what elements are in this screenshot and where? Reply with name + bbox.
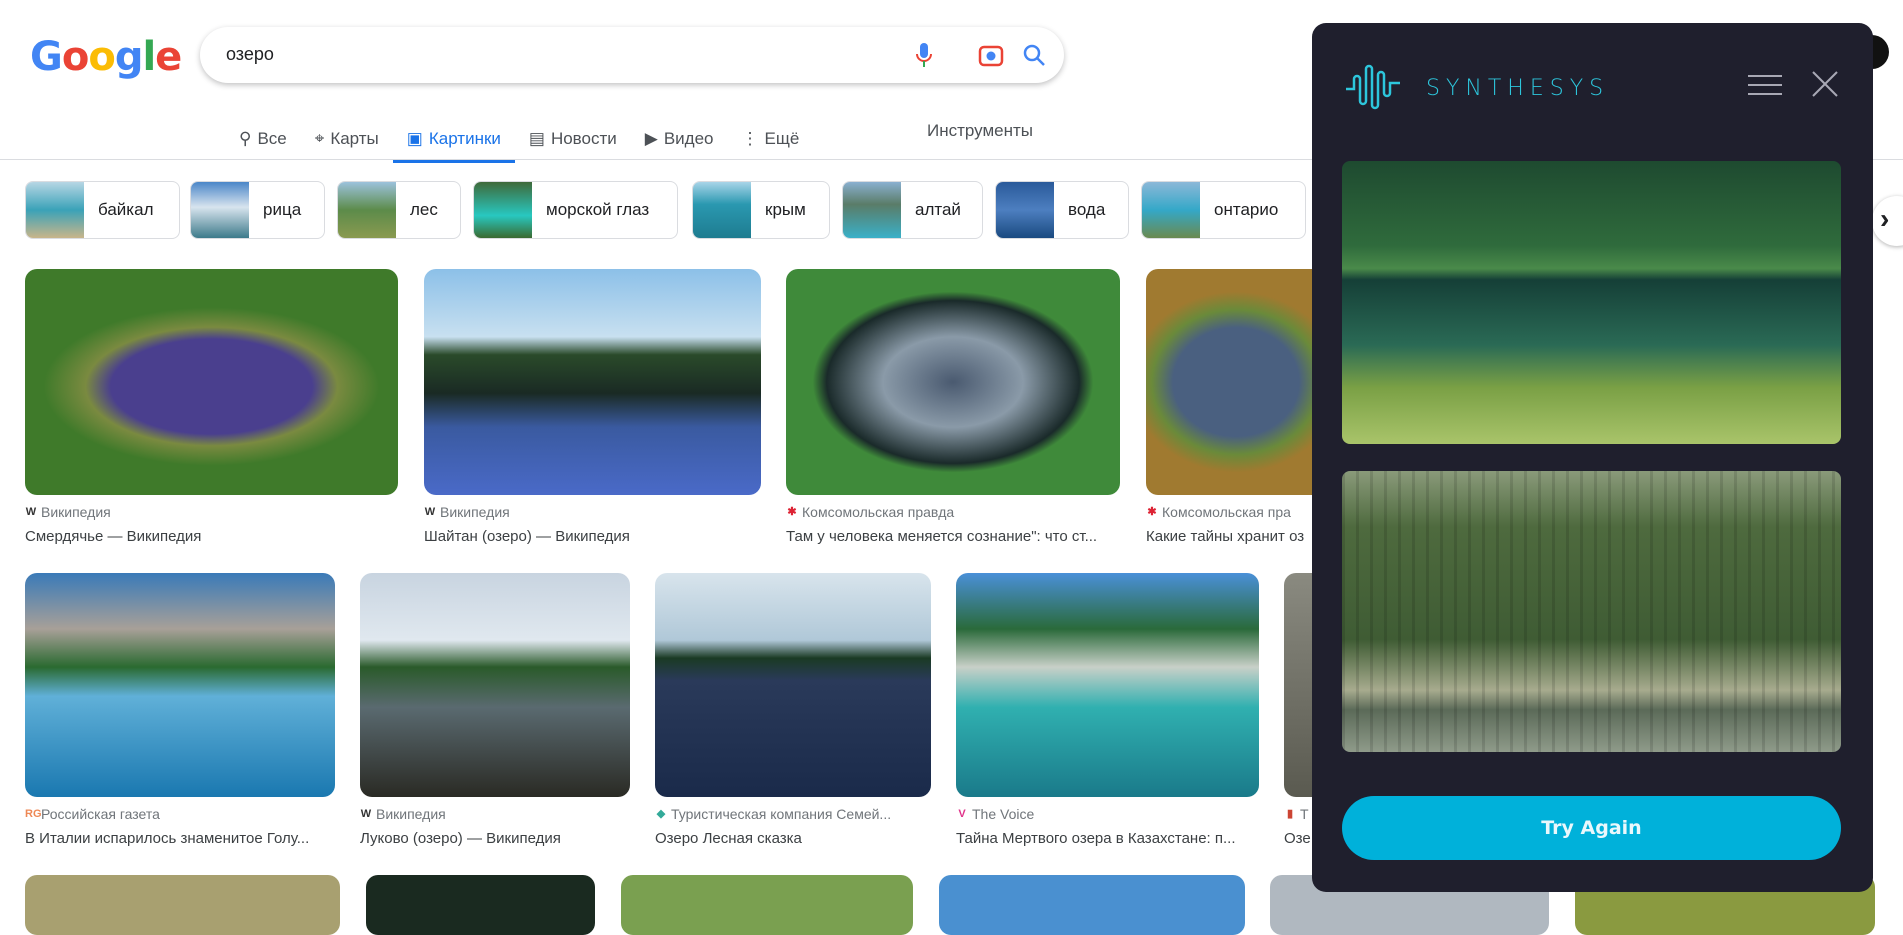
more-vert-icon: ⋮: [741, 129, 759, 148]
source-favicon-icon: ◆: [656, 808, 666, 820]
tab-video[interactable]: ▶ Видео: [631, 119, 728, 159]
image-result[interactable]: W Википедия Смердячье — Википедия: [25, 269, 398, 545]
result-title[interactable]: Озеро Лесная сказка: [655, 830, 931, 847]
pin-icon: ⌖: [314, 129, 325, 148]
result-source: Википедия: [41, 504, 111, 520]
chip-5[interactable]: алтай: [842, 181, 983, 239]
result-source: The Voice: [972, 806, 1035, 822]
generated-image-1[interactable]: [1342, 161, 1841, 444]
result-source: Википедия: [440, 504, 510, 520]
result-source: Российская газета: [41, 806, 160, 822]
chip-0[interactable]: байкал: [25, 181, 180, 239]
image-icon: ▣: [406, 129, 423, 148]
result-source: Википедия: [376, 806, 446, 822]
image-result[interactable]: V The Voice Тайна Мертвого озера в Казахст…: [956, 573, 1259, 847]
result-image[interactable]: [25, 269, 398, 495]
search-icon: ⚲: [239, 129, 252, 148]
search-icon[interactable]: [1020, 41, 1048, 69]
chip-thumbnail: [1142, 182, 1200, 238]
result-image[interactable]: [786, 269, 1120, 495]
chip-label: онтарио: [1214, 200, 1279, 219]
close-icon[interactable]: [1810, 69, 1840, 99]
synthesys-panel: SYNTHESYS Try Again: [1312, 23, 1873, 892]
chip-4[interactable]: крым: [692, 181, 830, 239]
chip-label: алтай: [915, 200, 961, 219]
result-title[interactable]: Тайна Мертвого озера в Казахстане: п...: [956, 830, 1259, 847]
result-source: Комсомольская пра: [1162, 504, 1291, 520]
chip-thumbnail: [26, 182, 84, 238]
chip-label: байкал: [98, 200, 154, 219]
try-again-button[interactable]: Try Again: [1342, 796, 1841, 860]
source-favicon-icon: V: [958, 808, 966, 820]
chip-thumbnail: [338, 182, 396, 238]
search-box[interactable]: озеро: [200, 27, 1064, 83]
play-icon: ▶: [644, 129, 658, 148]
image-result[interactable]: ◆ Туристическая компания Семей... Озеро Ле…: [655, 573, 931, 847]
tab-maps[interactable]: ⌖ Карты: [301, 119, 393, 159]
source-favicon-icon: W: [424, 506, 436, 518]
source-favicon-icon: W: [25, 506, 37, 518]
chip-label: вода: [1068, 200, 1106, 219]
result-image[interactable]: [956, 573, 1259, 797]
source-favicon-icon: ✱: [787, 506, 797, 518]
news-icon: ▤: [528, 129, 545, 148]
chip-thumbnail: [191, 182, 249, 238]
google-logo[interactable]: Google: [30, 34, 182, 80]
result-source: Т: [1300, 806, 1309, 822]
image-result[interactable]: ✱ Комсомольская правда Там у человека меня…: [786, 269, 1120, 545]
search-input[interactable]: озеро: [226, 44, 274, 65]
chip-label: морской глаз: [546, 200, 650, 219]
chip-label: крым: [765, 200, 806, 219]
hamburger-menu-icon[interactable]: [1748, 75, 1782, 102]
source-favicon-icon: RG: [25, 808, 42, 820]
synthesys-logo: SYNTHESYS: [1344, 63, 1609, 113]
chevron-right-icon[interactable]: ›: [1872, 196, 1903, 246]
result-title[interactable]: Шайтан (озеро) — Википедия: [424, 528, 761, 545]
chip-thumbnail: [843, 182, 901, 238]
image-result[interactable]: [366, 875, 595, 935]
chip-thumbnail: [996, 182, 1054, 238]
image-result[interactable]: [621, 875, 913, 935]
result-image[interactable]: [25, 573, 335, 797]
chip-thumbnail: [693, 182, 751, 238]
tab-all[interactable]: ⚲ Все: [225, 119, 301, 159]
chip-thumbnail: [474, 182, 532, 238]
image-result[interactable]: W Википедия Шайтан (озеро) — Википедия: [424, 269, 761, 545]
chip-label: рица: [263, 200, 302, 219]
image-result[interactable]: W Википедия Луково (озеро) — Википедия: [360, 573, 630, 847]
image-result[interactable]: RG Российская газета В Италии испарилось з…: [25, 573, 335, 847]
chip-label: лес: [410, 200, 438, 219]
chip-6[interactable]: вода: [995, 181, 1129, 239]
chip-2[interactable]: лес: [337, 181, 461, 239]
result-title[interactable]: В Италии испарилось знаменитое Голу...: [25, 830, 335, 847]
result-title[interactable]: Луково (озеро) — Википедия: [360, 830, 630, 847]
tab-more[interactable]: ⋮ Ещё: [728, 119, 814, 159]
mic-icon[interactable]: [910, 41, 938, 69]
image-result[interactable]: [25, 875, 340, 935]
source-favicon-icon: ▮: [1286, 808, 1294, 820]
source-favicon-icon: W: [360, 808, 372, 820]
result-title[interactable]: Смердячье — Википедия: [25, 528, 398, 545]
result-image[interactable]: [424, 269, 761, 495]
tools-button[interactable]: Инструменты: [927, 121, 1033, 141]
camera-lens-icon[interactable]: [977, 41, 1005, 69]
source-favicon-icon: ✱: [1147, 506, 1157, 518]
result-image[interactable]: [655, 573, 931, 797]
waveform-icon: [1346, 64, 1400, 110]
tab-images[interactable]: ▣ Картинки: [392, 119, 515, 163]
chip-1[interactable]: рица: [190, 181, 325, 239]
result-source: Туристическая компания Семей...: [671, 806, 892, 822]
result-title[interactable]: Там у человека меняется сознание": что с…: [786, 528, 1120, 545]
search-tabs: ⚲ Все ⌖ Карты ▣ Картинки ▤ Новости ▶ Видео ⋮ Е…: [225, 119, 814, 163]
result-image[interactable]: [360, 573, 630, 797]
tab-news[interactable]: ▤ Новости: [515, 119, 631, 159]
result-source: Комсомольская правда: [802, 504, 955, 520]
chip-3[interactable]: морской глаз: [473, 181, 678, 239]
generated-image-2[interactable]: [1342, 471, 1841, 752]
chip-7[interactable]: онтарио: [1141, 181, 1306, 239]
image-result[interactable]: [939, 875, 1245, 935]
